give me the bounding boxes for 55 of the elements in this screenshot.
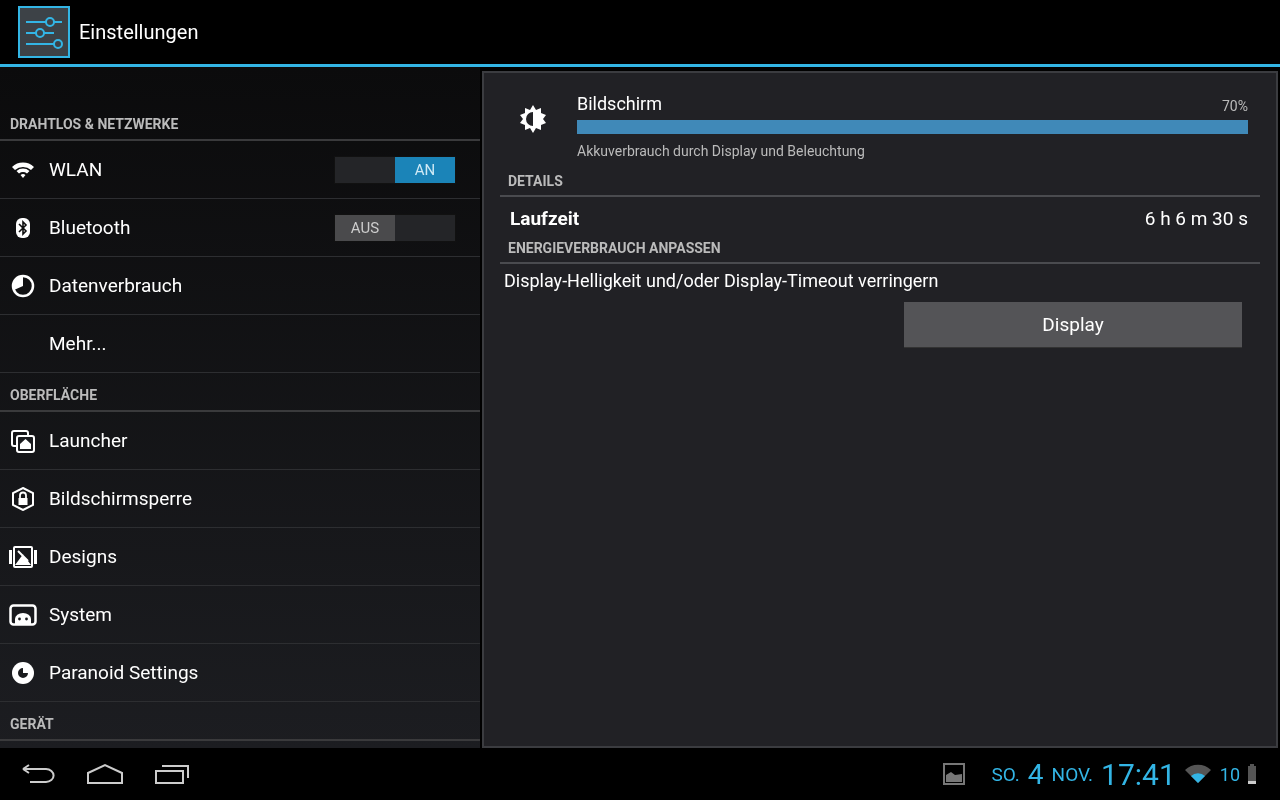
circle-logo-icon xyxy=(10,660,35,685)
month: NOV. xyxy=(1051,762,1094,786)
item-label: Paranoid Settings xyxy=(49,661,200,684)
brightness-icon xyxy=(518,105,547,133)
image-icon[interactable] xyxy=(943,763,966,785)
sidebar-item[interactable]: System xyxy=(0,586,480,644)
section-header: DETAILS xyxy=(500,173,1260,197)
item-label: Bildschirmsperre xyxy=(49,487,194,510)
section-header: OBERFLÄCHE xyxy=(0,373,480,412)
usage-subtitle: Akkuverbrauch durch Display und Beleuchtung xyxy=(577,143,866,159)
runtime-label: Laufzeit xyxy=(510,207,580,230)
image-icon xyxy=(7,545,38,568)
sidebar-item[interactable]: WLAN AN xyxy=(0,141,480,199)
item-label: Datenverbrauch xyxy=(49,274,184,297)
battery-level: 10 xyxy=(1219,763,1240,785)
usage-percent: 70% xyxy=(1222,98,1248,114)
section-header: DRAHTLOS & NETZWERKE xyxy=(0,102,480,141)
recent-apps-icon[interactable] xyxy=(154,763,190,785)
wifi-icon xyxy=(1183,764,1212,784)
item-label: Mehr... xyxy=(49,332,108,355)
back-icon[interactable] xyxy=(20,763,56,785)
app-title: Einstellungen xyxy=(79,20,199,44)
pie-chart-icon xyxy=(10,273,35,298)
wifi-icon xyxy=(10,160,35,179)
usage-title: Bildschirm xyxy=(577,93,662,114)
day: 4 xyxy=(1027,757,1044,791)
sidebar-item[interactable]: Designs xyxy=(0,528,480,586)
item-label: Launcher xyxy=(49,429,129,452)
hint-text: Display-Helligkeit und/oder Display-Timeout verringern xyxy=(503,269,940,291)
settings-sliders-icon[interactable] xyxy=(18,6,70,58)
lock-icon xyxy=(10,486,35,511)
clock: 17:41 xyxy=(1101,756,1176,792)
item-label: System xyxy=(49,603,114,626)
home-icon xyxy=(9,428,36,453)
item-label: Designs xyxy=(49,545,118,568)
home-icon[interactable] xyxy=(86,763,124,785)
weekday: SO. xyxy=(991,762,1020,786)
item-label: WLAN xyxy=(49,158,104,181)
section-header: ENERGIEVERBRAUCH ANPASSEN xyxy=(500,240,1260,264)
runtime-value: 6 h 6 m 30 s xyxy=(1144,207,1248,230)
switch-thumb: AUS xyxy=(335,214,395,241)
section-header: GERÄT xyxy=(0,702,480,741)
sidebar-item[interactable]: Mehr... xyxy=(0,315,480,373)
sidebar-item[interactable]: Paranoid Settings xyxy=(0,644,480,702)
sidebar-item[interactable]: Bildschirmsperre xyxy=(0,470,480,528)
bluetooth-icon xyxy=(14,216,31,239)
sidebar-item[interactable]: Launcher xyxy=(0,412,480,470)
display-button[interactable]: Display xyxy=(904,302,1242,348)
robot-icon xyxy=(8,603,37,626)
toggle-switch[interactable]: AUS xyxy=(334,213,456,242)
battery-icon xyxy=(1248,764,1256,784)
sidebar-item[interactable]: Datenverbrauch xyxy=(0,257,480,315)
sidebar-item[interactable]: Bluetooth AUS xyxy=(0,199,480,257)
switch-thumb: AN xyxy=(395,156,455,183)
item-label: Bluetooth xyxy=(49,216,132,239)
